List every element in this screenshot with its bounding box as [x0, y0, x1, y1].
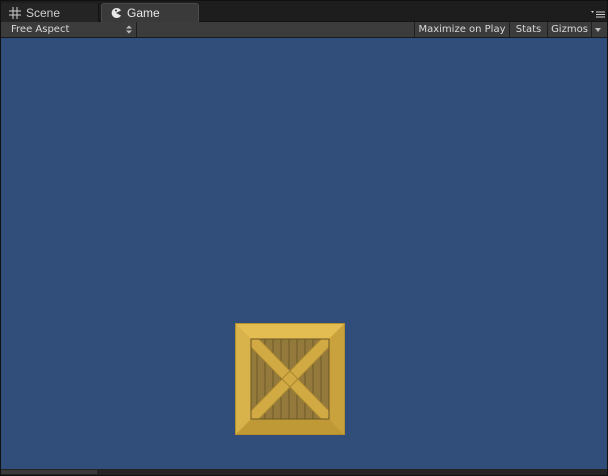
- game-view[interactable]: [1, 38, 607, 469]
- maximize-on-play-button[interactable]: Maximize on Play: [414, 22, 509, 37]
- tab-scene[interactable]: Scene: [1, 3, 99, 22]
- up-down-arrows-icon: [126, 25, 132, 34]
- bottom-scrollbar[interactable]: [1, 469, 607, 475]
- tab-strip: Scene Game: [1, 1, 607, 22]
- stats-button[interactable]: Stats: [509, 22, 547, 37]
- tab-scene-label: Scene: [26, 5, 61, 20]
- chevron-down-icon: [594, 27, 601, 32]
- grid-icon: [9, 6, 21, 19]
- pacman-icon: [111, 8, 121, 18]
- tab-game[interactable]: Game: [101, 3, 199, 22]
- tab-menu-icon[interactable]: [591, 9, 605, 19]
- gizmos-dropdown-button[interactable]: [591, 22, 603, 37]
- tab-game-label: Game: [127, 6, 160, 20]
- gizmos-button[interactable]: Gizmos: [547, 22, 591, 37]
- scrollbar-thumb[interactable]: [1, 470, 97, 474]
- game-toolbar: Free Aspect Maximize on Play Stats Gizmo…: [1, 22, 607, 38]
- aspect-dropdown-value: Free Aspect: [11, 24, 70, 35]
- wooden-crate: [235, 323, 345, 435]
- aspect-dropdown[interactable]: Free Aspect: [5, 22, 137, 37]
- unity-game-window: Scene Game Free Aspect Maximize on Play …: [0, 0, 608, 476]
